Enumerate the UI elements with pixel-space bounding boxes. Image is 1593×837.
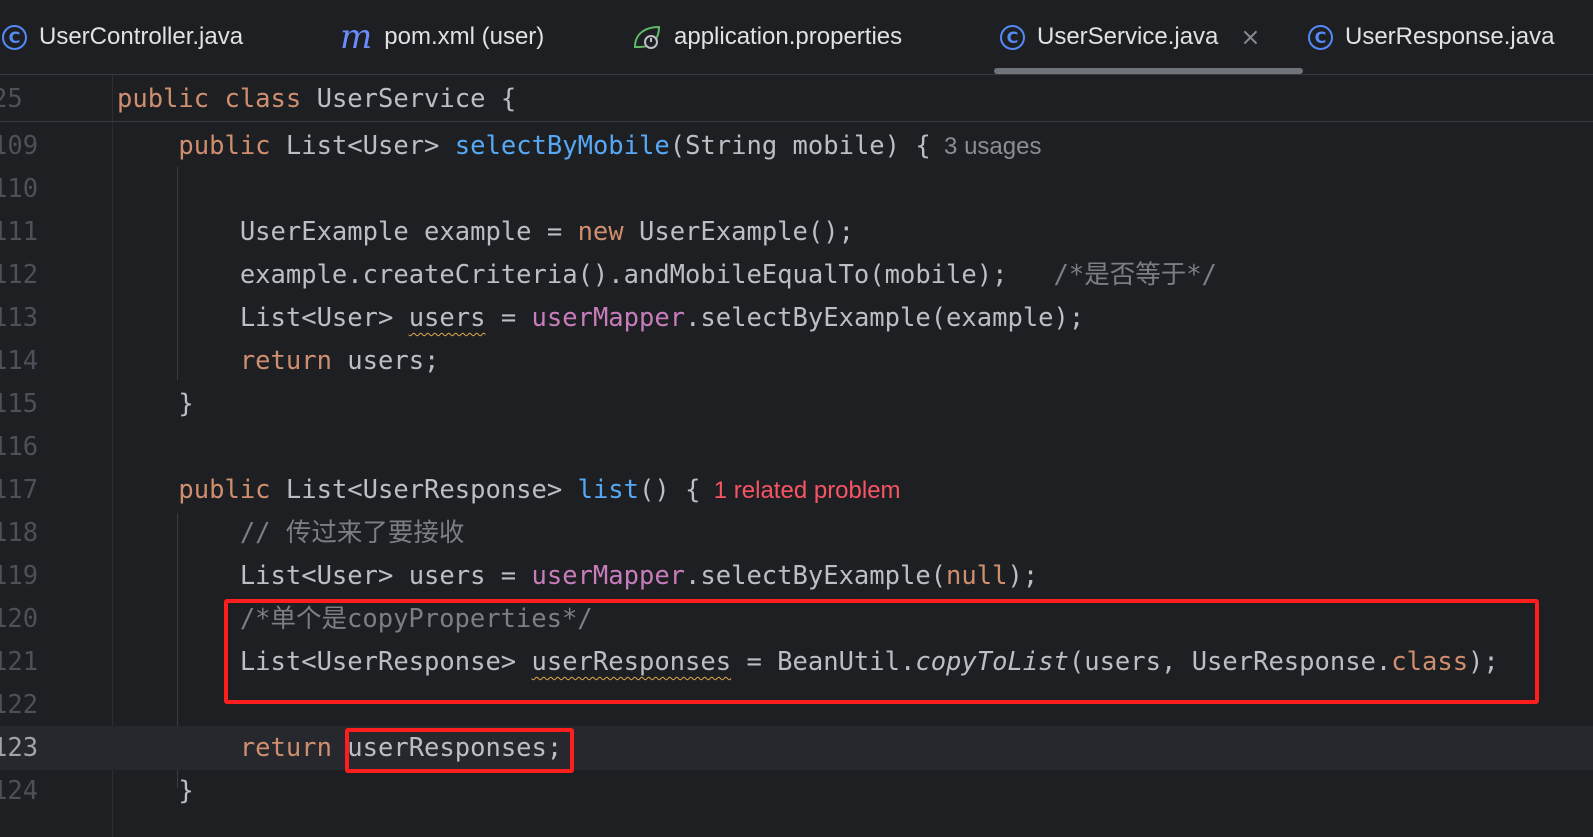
tab-userservice[interactable]: C UserService.java × [1000, 0, 1261, 74]
code-token: } [117, 389, 194, 419]
code-line[interactable]: 114 return users; [0, 339, 1593, 383]
tab-userresponse[interactable]: C UserResponse.java [1308, 0, 1554, 74]
code-line[interactable]: 119 List<User> users = userMapper.select… [0, 554, 1593, 598]
code-line[interactable]: 110 [0, 167, 1593, 211]
line-number[interactable]: 115 [0, 382, 42, 426]
code-line[interactable]: 116 [0, 425, 1593, 469]
line-number[interactable]: 109 [0, 124, 42, 168]
sticky-header-divider [0, 121, 1593, 122]
code-token: List<User> [117, 303, 409, 333]
code-line[interactable]: 112 example.createCriteria().andMobileEq… [0, 253, 1593, 297]
line-number[interactable]: 25 [0, 77, 42, 121]
code-editor[interactable]: 25public class UserService {109 public L… [0, 75, 1593, 837]
code-token: list [577, 475, 640, 505]
code-token: List<User> [285, 131, 455, 161]
code-line[interactable]: 111 UserExample example = new UserExampl… [0, 210, 1593, 254]
code-token: = [485, 303, 532, 333]
code-text[interactable]: } [117, 382, 194, 426]
code-token: public class [117, 84, 317, 114]
code-token: UserService { [316, 84, 517, 114]
tab-usercontroller[interactable]: C UserController.java [2, 0, 243, 74]
code-token: public [117, 131, 286, 161]
class-icon: C [1000, 24, 1025, 50]
code-text[interactable]: return users; [117, 339, 440, 383]
close-icon[interactable]: × [1240, 23, 1260, 51]
code-token: userMapper [531, 561, 686, 591]
code-token: null [946, 561, 1008, 591]
code-line[interactable]: 117 public List<UserResponse> list() { 1… [0, 468, 1593, 512]
line-number[interactable]: 120 [0, 597, 42, 641]
line-number[interactable]: 110 [0, 167, 42, 211]
code-token: UserExample(); [639, 217, 854, 247]
code-token: .selectByExample( [685, 561, 947, 591]
tab-label: UserResponse.java [1345, 23, 1555, 50]
code-token: UserExample example = [117, 217, 578, 247]
line-number[interactable]: 113 [0, 296, 42, 340]
tab-label: pom.xml (user) [384, 23, 545, 50]
code-token: () { [639, 475, 701, 505]
tab-label: application.properties [674, 23, 903, 50]
code-token: new [577, 217, 639, 247]
code-token: List<User> users = [117, 561, 532, 591]
code-line[interactable]: 124 } [0, 769, 1593, 813]
active-tab-indicator [994, 68, 1303, 74]
line-number[interactable]: 121 [0, 640, 42, 684]
code-text[interactable]: UserExample example = new UserExample(); [117, 210, 854, 254]
related-problem-hint[interactable]: 1 related problem [700, 477, 901, 504]
code-line[interactable]: 25 public class UserService { [0, 77, 1593, 121]
line-number[interactable]: 116 [0, 425, 42, 469]
code-token: } [117, 776, 194, 806]
maven-icon: m [340, 17, 373, 57]
code-text[interactable]: example.createCriteria().andMobileEqualT… [117, 253, 1217, 297]
code-token: /*是否等于*/ [1053, 260, 1217, 290]
code-text[interactable]: List<User> users = userMapper.selectByEx… [117, 296, 1084, 340]
code-text[interactable]: } [117, 769, 194, 813]
line-number[interactable]: 119 [0, 554, 42, 598]
tab-pom-xml[interactable]: m pom.xml (user) [340, 0, 544, 74]
code-text[interactable]: // 传过来了要接收 [117, 511, 465, 555]
line-number[interactable]: 118 [0, 511, 42, 555]
line-number[interactable]: 112 [0, 253, 42, 297]
tab-label: UserService.java [1037, 23, 1219, 50]
code-token: ); [1007, 561, 1039, 591]
code-token: return [117, 733, 348, 763]
highlight-box [224, 599, 1539, 704]
tab-application-properties[interactable]: application.properties [632, 0, 902, 74]
code-token: selectByMobile [454, 131, 670, 161]
class-icon: C [2, 24, 27, 50]
code-line[interactable]: 115 } [0, 382, 1593, 426]
code-token: .selectByExample(example); [685, 303, 1085, 333]
spring-leaf-icon [632, 23, 662, 51]
line-number[interactable]: 111 [0, 210, 42, 254]
code-text[interactable]: List<User> users = userMapper.selectByEx… [117, 554, 1038, 598]
editor-tab-bar: C UserController.java m pom.xml (user) a… [0, 0, 1593, 75]
code-line[interactable]: 123 return userResponses; [0, 726, 1593, 770]
code-token: return [117, 346, 348, 376]
line-number[interactable]: 124 [0, 769, 42, 813]
class-icon: C [1308, 24, 1333, 50]
code-line[interactable]: 113 List<User> users = userMapper.select… [0, 296, 1593, 340]
highlight-box [345, 728, 574, 773]
line-number[interactable]: 122 [0, 683, 42, 727]
line-number[interactable]: 114 [0, 339, 42, 383]
code-token: (String mobile) { [669, 131, 931, 161]
code-text[interactable]: public List<UserResponse> list() { 1 rel… [117, 468, 901, 513]
code-token: users; [347, 346, 440, 376]
code-token: public [117, 475, 286, 505]
line-number[interactable]: 123 [0, 726, 42, 770]
code-token: userMapper [531, 303, 686, 333]
code-token: example.createCriteria().andMobileEqualT… [117, 260, 1054, 290]
tab-label: UserController.java [39, 23, 244, 50]
code-line[interactable]: 109 public List<User> selectByMobile(Str… [0, 124, 1593, 168]
line-number[interactable]: 117 [0, 468, 42, 512]
code-text[interactable]: public class UserService { [117, 77, 516, 121]
code-token: List<UserResponse> [285, 475, 578, 505]
code-token: users [408, 303, 486, 333]
code-text[interactable]: public List<User> selectByMobile(String … [117, 124, 1041, 169]
usages-hint[interactable]: 3 usages [931, 133, 1041, 160]
code-token: // 传过来了要接收 [117, 518, 465, 548]
code-line[interactable]: 118 // 传过来了要接收 [0, 511, 1593, 555]
